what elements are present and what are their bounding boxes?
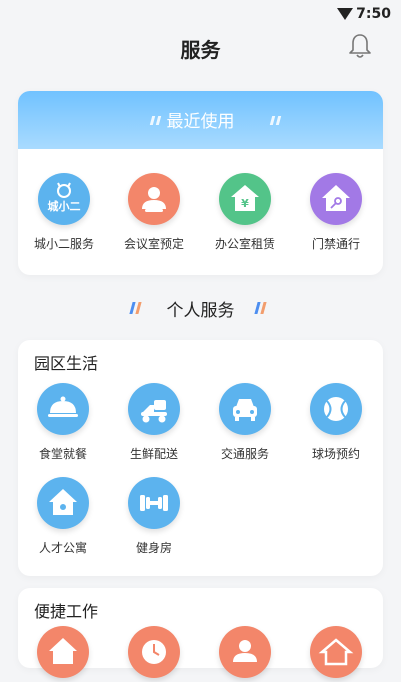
wifi-icon [337, 8, 353, 20]
status-bar: 7:50 [0, 0, 401, 26]
house-key-icon [37, 626, 89, 678]
apartment-icon [37, 477, 89, 529]
recent-item-label: 办公室租赁 [214, 237, 275, 251]
service-label: 健身房 [135, 541, 172, 555]
bell-icon[interactable] [347, 32, 373, 60]
clock-icon [128, 626, 180, 678]
work-item[interactable] [114, 626, 194, 678]
meeting-room-icon [128, 173, 180, 225]
car-icon [219, 383, 271, 435]
service-court-booking[interactable]: 球场预约 [296, 383, 376, 462]
service-label: 生鲜配送 [129, 447, 178, 461]
office-rent-icon: ¥ [219, 173, 271, 225]
service-gym[interactable]: 健身房 [114, 477, 194, 556]
recent-used-row: 城小二 城小二服务 会议室预定 ¥ 办公室租赁 门禁通行 [18, 173, 383, 253]
access-control-icon [310, 173, 362, 225]
service-delivery[interactable]: 生鲜配送 [114, 383, 194, 462]
ball-icon [310, 383, 362, 435]
service-label: 人才公寓 [38, 541, 87, 555]
recent-item-label: 城小二服务 [33, 237, 94, 251]
page-title: 服务 [180, 38, 221, 62]
canteen-icon [37, 383, 89, 435]
chengxiaoer-logo-icon: 城小二 [38, 173, 90, 225]
service-transport[interactable]: 交通服务 [205, 383, 285, 462]
decor-stripes [129, 302, 145, 314]
park-life-title: 园区生活 [34, 354, 99, 373]
work-item[interactable] [23, 626, 103, 678]
recent-used-header: 最近使用 [18, 91, 383, 149]
recent-used-title: 最近使用 [166, 112, 235, 132]
recent-item-access-control[interactable]: 门禁通行 [296, 173, 376, 252]
service-canteen[interactable]: 食堂就餐 [23, 383, 103, 462]
recent-used-card: 最近使用 城小二 城小二服务 会议室预定 ¥ 办公室租赁 门禁通行 [18, 91, 383, 275]
person-icon [219, 626, 271, 678]
delivery-icon [128, 383, 180, 435]
title-bar: 服务 [0, 26, 401, 70]
quick-work-title: 便捷工作 [34, 602, 99, 621]
recent-item-label: 门禁通行 [311, 237, 360, 251]
house-icon [310, 626, 362, 678]
work-item[interactable] [205, 626, 285, 678]
logo-text: 城小二 [48, 199, 81, 213]
recent-item-chengxiaoer[interactable]: 城小二 城小二服务 [24, 173, 104, 252]
service-label: 食堂就餐 [38, 447, 87, 461]
park-life-card: 园区生活 食堂就餐 生鲜配送 交通服务 球场预约 人才公寓 健身房 [18, 340, 383, 576]
work-item[interactable] [296, 626, 376, 678]
service-apartment[interactable]: 人才公寓 [23, 477, 103, 556]
quick-work-card: 便捷工作 [18, 588, 383, 678]
personal-services-title: 个人服务 [166, 301, 235, 321]
recent-item-meeting-room[interactable]: 会议室预定 [114, 173, 194, 252]
svg-text:¥: ¥ [241, 197, 249, 210]
dumbbell-icon [128, 477, 180, 529]
recent-item-label: 会议室预定 [123, 237, 184, 251]
status-time: 7:50 [356, 6, 391, 22]
decor-stripes [254, 302, 270, 314]
recent-item-office-rent[interactable]: ¥ 办公室租赁 [205, 173, 285, 252]
personal-services-header: 个人服务 [0, 296, 401, 321]
service-label: 交通服务 [220, 447, 269, 461]
service-label: 球场预约 [311, 447, 360, 461]
